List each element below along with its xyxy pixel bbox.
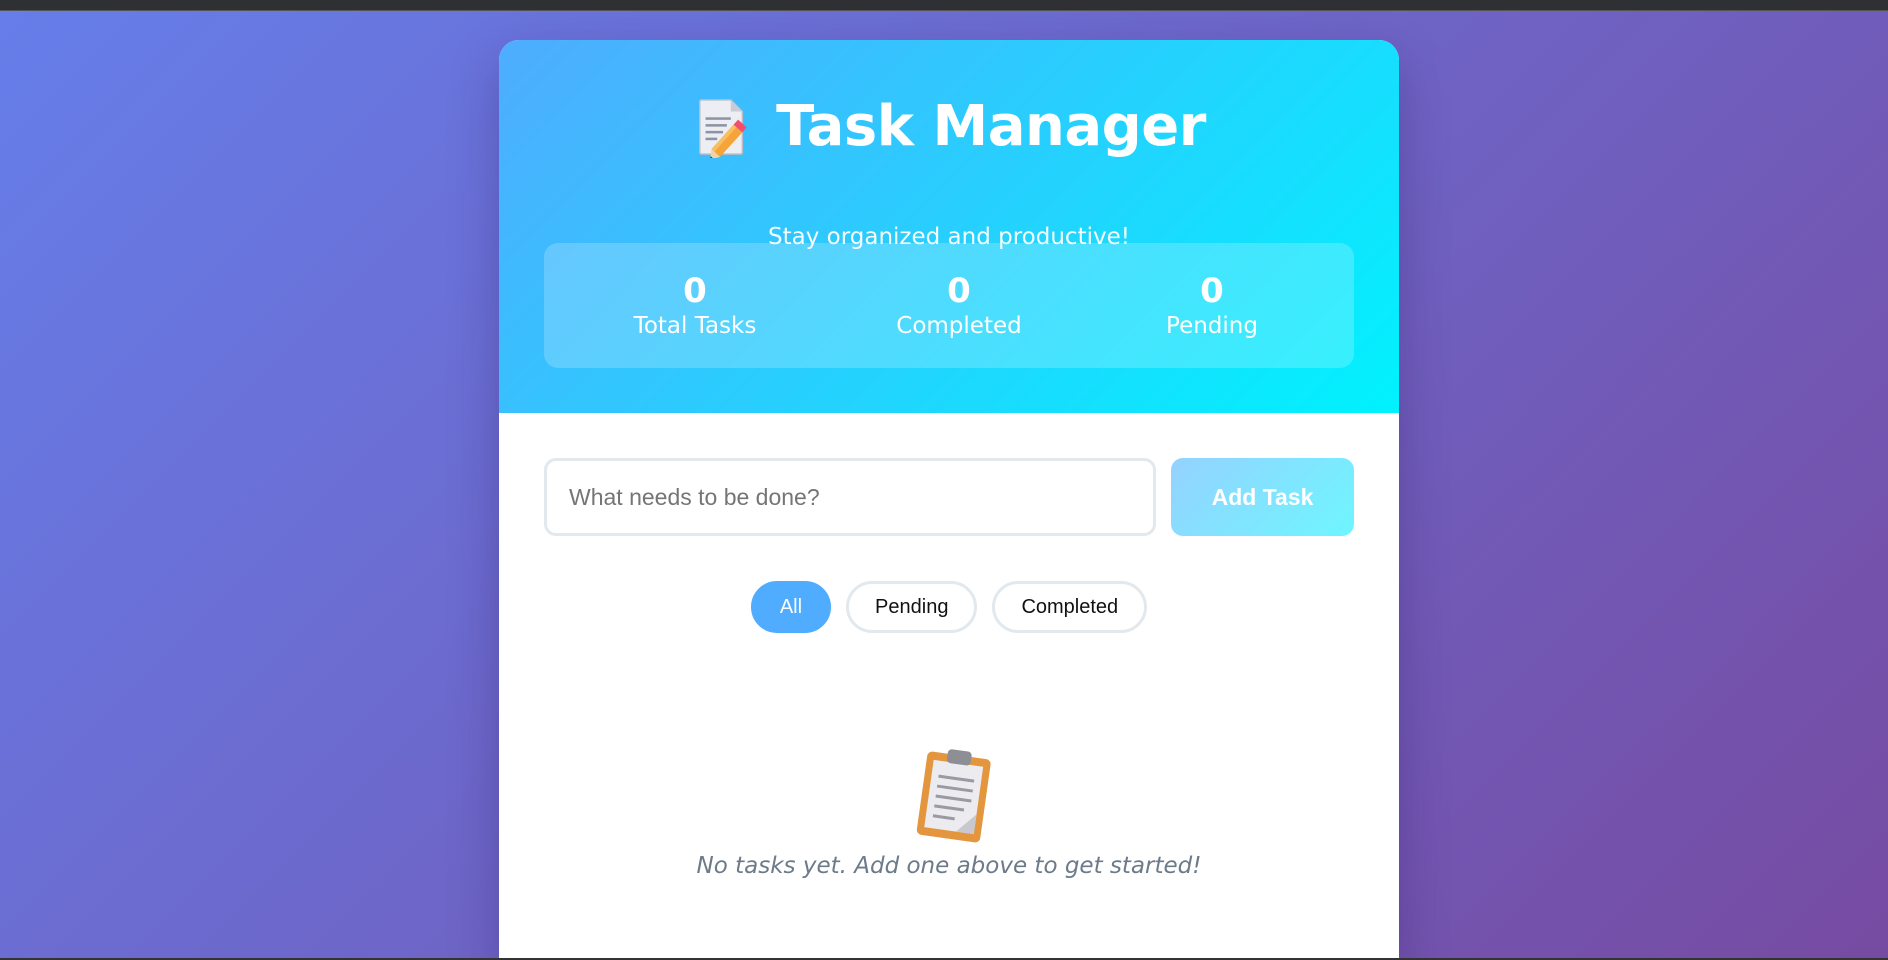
empty-state-message: No tasks yet. Add one above to get start… xyxy=(696,853,1202,879)
task-input[interactable] xyxy=(544,458,1156,536)
stat-completed: 0 Completed xyxy=(849,271,1069,343)
stat-label: Total Tasks xyxy=(633,313,757,340)
stats-panel: 0 Total Tasks 0 Completed 0 Pending xyxy=(544,243,1354,368)
browser-top-strip xyxy=(0,0,1888,11)
stat-value: 0 xyxy=(683,271,707,311)
filter-all-button[interactable]: All xyxy=(750,581,832,633)
stat-value: 0 xyxy=(947,271,971,311)
filter-bar: All Pending Completed xyxy=(499,581,1399,633)
filter-pending-button[interactable]: Pending xyxy=(846,581,978,633)
add-task-button[interactable]: Add Task xyxy=(1171,458,1354,536)
task-manager-card: Task Manager Stay organized and producti… xyxy=(499,40,1399,958)
stat-label: Pending xyxy=(1166,313,1258,340)
stat-value: 0 xyxy=(1200,271,1224,311)
app-header: Task Manager Stay organized and producti… xyxy=(499,40,1399,413)
clipboard-icon xyxy=(904,745,1004,845)
stat-pending: 0 Pending xyxy=(1102,271,1322,343)
title-row: Task Manager xyxy=(499,94,1399,160)
stat-label: Completed xyxy=(896,313,1022,340)
page-title: Task Manager xyxy=(776,94,1206,159)
memo-icon xyxy=(692,96,754,160)
stat-total-tasks: 0 Total Tasks xyxy=(585,271,805,343)
filter-completed-button[interactable]: Completed xyxy=(992,581,1148,633)
